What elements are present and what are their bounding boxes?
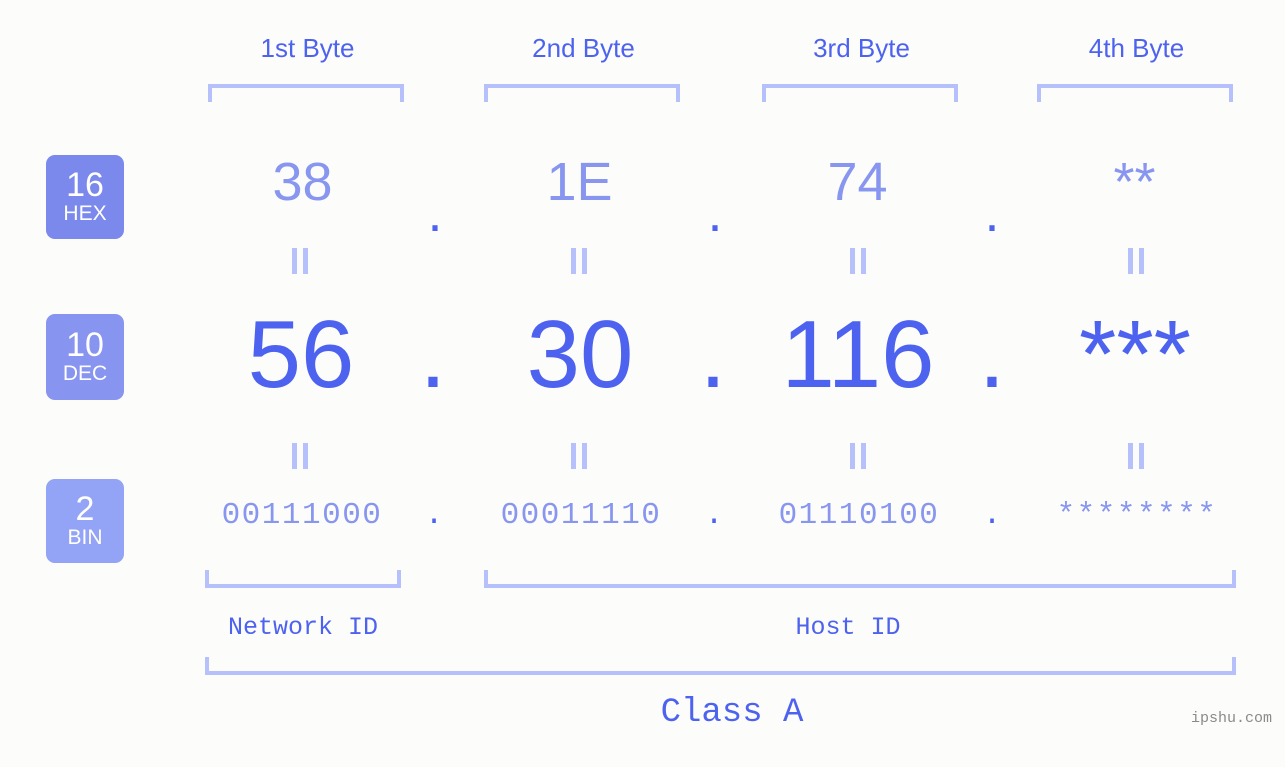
byte-header-4: 4th Byte xyxy=(1088,33,1185,63)
bin-separator-2: . xyxy=(704,498,724,533)
byte-bracket-2 xyxy=(484,84,680,102)
byte-bracket-3 xyxy=(762,84,958,102)
base-badge-bin-number: 2 xyxy=(75,490,95,528)
hex-byte-1: 38 xyxy=(272,152,333,212)
hex-separator-3: . xyxy=(984,183,1000,243)
bin-byte-2: 00011110 xyxy=(500,498,662,533)
equals-mark-hex-dec-1 xyxy=(292,248,310,274)
dec-byte-2: 30 xyxy=(526,301,634,408)
host-id-label: Host ID xyxy=(795,613,901,642)
equals-mark-hex-dec-2 xyxy=(571,248,589,274)
hex-byte-3: 74 xyxy=(827,152,888,212)
byte-header-3: 3rd Byte xyxy=(813,33,910,63)
network-id-label: Network ID xyxy=(227,613,379,642)
dec-byte-1: 56 xyxy=(247,301,355,408)
byte-header-2: 2nd Byte xyxy=(532,33,635,63)
hex-separator-1: . xyxy=(427,183,443,243)
byte-bracket-1 xyxy=(208,84,404,102)
bin-byte-1: 00111000 xyxy=(221,498,383,533)
equals-mark-dec-bin-4 xyxy=(1128,443,1146,469)
dec-separator-3: . xyxy=(978,301,1006,408)
class-label: Class A xyxy=(660,694,804,732)
site-watermark: ipshu.com xyxy=(1190,710,1272,727)
dec-separator-2: . xyxy=(699,301,727,408)
dec-byte-3: 116 xyxy=(781,301,935,408)
byte-bracket-4 xyxy=(1037,84,1233,102)
dec-separator-1: . xyxy=(419,301,447,408)
dec-byte-4: *** xyxy=(1078,301,1192,408)
base-badge-hex: 16 HEX xyxy=(46,155,124,239)
host-id-bracket xyxy=(484,570,1236,588)
class-bracket xyxy=(205,657,1236,675)
bin-separator-1: . xyxy=(424,498,444,533)
hex-separator-2: . xyxy=(707,183,723,243)
base-badge-dec-number: 10 xyxy=(66,326,104,364)
hex-byte-4: ** xyxy=(1113,152,1156,212)
base-badge-hex-name: HEX xyxy=(63,202,107,225)
base-badge-bin: 2 BIN xyxy=(46,479,124,563)
base-badge-dec: 10 DEC xyxy=(46,314,124,400)
bin-byte-4: ******** xyxy=(1056,498,1218,533)
base-badge-dec-name: DEC xyxy=(62,362,108,385)
hex-byte-2: 1E xyxy=(546,152,613,212)
base-badge-hex-number: 16 xyxy=(66,166,104,204)
bin-byte-3: 01110100 xyxy=(778,498,940,533)
equals-mark-hex-dec-4 xyxy=(1128,248,1146,274)
network-id-bracket xyxy=(205,570,401,588)
byte-header-1: 1st Byte xyxy=(260,33,355,63)
base-badge-bin-name: BIN xyxy=(67,526,103,549)
equals-mark-dec-bin-3 xyxy=(850,443,868,469)
bin-separator-3: . xyxy=(982,498,1002,533)
ip-address-breakdown-diagram: 1st Byte 2nd Byte 3rd Byte 4th Byte 16 H… xyxy=(0,0,1285,767)
equals-mark-dec-bin-1 xyxy=(292,443,310,469)
equals-mark-hex-dec-3 xyxy=(850,248,868,274)
equals-mark-dec-bin-2 xyxy=(571,443,589,469)
